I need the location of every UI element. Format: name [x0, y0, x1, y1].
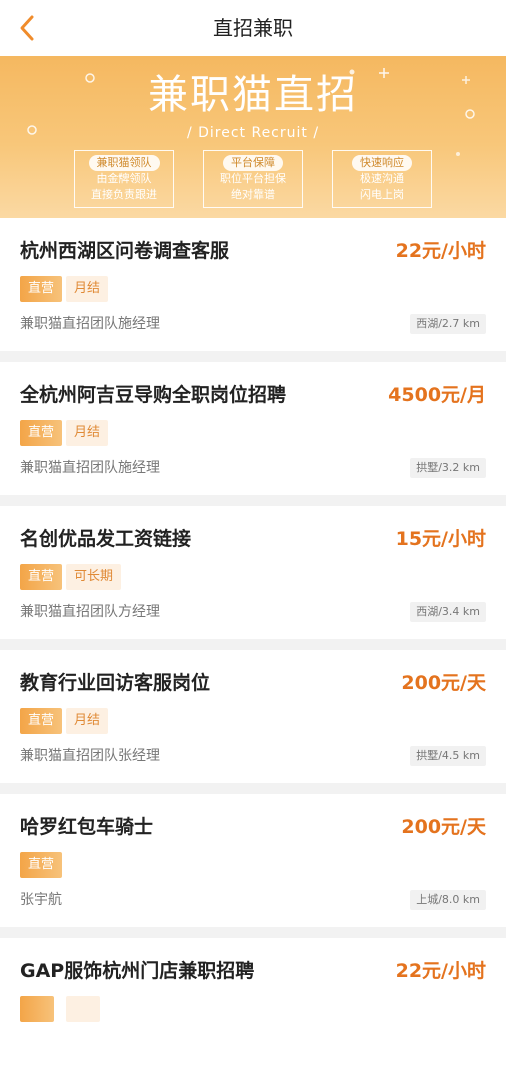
job-title: 名创优品发工资链接 [20, 528, 192, 550]
job-salary: 22元/小时 [395, 960, 486, 982]
top-navbar: 直招兼职 [0, 0, 506, 56]
feature-head: 快速响应 [352, 155, 412, 171]
banner-title: 兼职猫直招 [148, 72, 358, 118]
job-company: 兼职猫直招团队施经理 [20, 316, 160, 332]
job-location: 西湖/3.4 km [410, 602, 486, 622]
long-term-tag: 可长期 [66, 564, 122, 590]
job-title: 杭州西湖区问卷调查客服 [20, 240, 230, 262]
direct-recruit-banner: 兼职猫直招 / Direct Recruit / 兼职猫领队 由金牌领队 直接负… [0, 56, 506, 218]
feature-box-fast-response: 快速响应 极速沟通 闪电上岗 [332, 150, 432, 208]
direct-tag: 直营 [20, 708, 63, 734]
job-title: 哈罗红包车骑士 [20, 816, 154, 838]
feature-line: 绝对靠谱 [231, 188, 275, 201]
direct-tag: 直营 [20, 564, 63, 590]
job-salary: 200元/天 [401, 672, 486, 694]
job-card[interactable]: 哈罗红包车骑士 200元/天 直营 张宇航 上城/8.0 km [0, 794, 506, 927]
job-salary: 15元/小时 [395, 528, 486, 550]
job-card[interactable]: 全杭州阿吉豆导购全职岗位招聘 4500元/月 直营 月结 兼职猫直招团队施经理 … [0, 362, 506, 495]
feature-box-team-lead: 兼职猫领队 由金牌领队 直接负责跟进 [74, 150, 174, 208]
direct-tag: 直营 [20, 420, 63, 446]
job-salary: 200元/天 [401, 816, 486, 838]
job-title: 教育行业回访客服岗位 [20, 672, 211, 694]
settlement-tag: 月结 [66, 420, 109, 446]
job-company: 兼职猫直招团队方经理 [20, 604, 160, 620]
feature-line: 闪电上岗 [360, 188, 404, 201]
job-title: 全杭州阿吉豆导购全职岗位招聘 [20, 384, 287, 406]
direct-tag: 直营 [20, 276, 63, 302]
job-salary: 4500元/月 [388, 384, 486, 406]
direct-tag: 直营 [20, 852, 63, 878]
job-title: GAP服饰杭州门店兼职招聘 [20, 960, 255, 982]
job-location: 拱墅/4.5 km [410, 746, 486, 766]
job-location: 西湖/2.7 km [410, 314, 486, 334]
job-location: 上城/8.0 km [410, 890, 486, 910]
job-card[interactable]: GAP服饰杭州门店兼职招聘 22元/小时 [0, 938, 506, 1071]
feature-line: 极速沟通 [360, 172, 404, 185]
feature-box-platform-guarantee: 平台保障 职位平台担保 绝对靠谱 [203, 150, 303, 208]
job-salary: 22元/小时 [395, 240, 486, 262]
banner-subtitle: / Direct Recruit / [186, 125, 320, 141]
settlement-tag: 月结 [66, 708, 109, 734]
job-company: 兼职猫直招团队施经理 [20, 460, 160, 476]
feature-line: 直接负责跟进 [91, 188, 157, 201]
job-card[interactable]: 教育行业回访客服岗位 200元/天 直营 月结 兼职猫直招团队张经理 拱墅/4.… [0, 650, 506, 783]
job-location: 拱墅/3.2 km [410, 458, 486, 478]
settlement-tag: 月结 [66, 276, 109, 302]
job-card[interactable]: 杭州西湖区问卷调查客服 22元/小时 直营 月结 兼职猫直招团队施经理 西湖/2… [0, 218, 506, 351]
feature-head: 平台保障 [223, 155, 283, 171]
page-title: 直招兼职 [213, 16, 293, 40]
job-company: 兼职猫直招团队张经理 [20, 748, 160, 764]
feature-line: 职位平台担保 [220, 172, 286, 185]
job-card[interactable]: 名创优品发工资链接 15元/小时 直营 可长期 兼职猫直招团队方经理 西湖/3.… [0, 506, 506, 639]
feature-line: 由金牌领队 [96, 172, 152, 185]
feature-head: 兼职猫领队 [88, 155, 160, 171]
job-company: 张宇航 [20, 892, 62, 908]
